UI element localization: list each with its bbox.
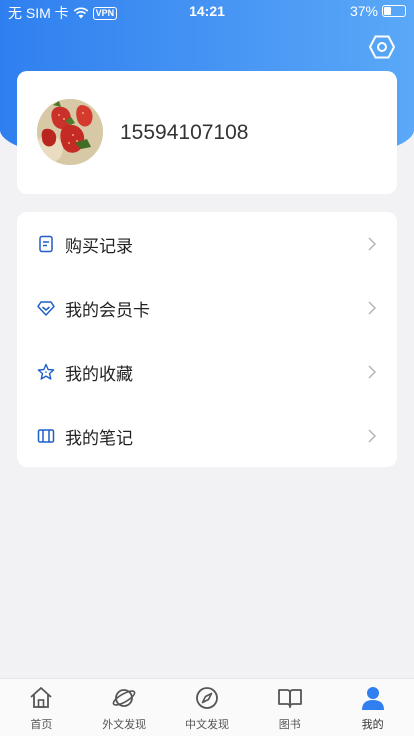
menu-item-notes[interactable]: 我的笔记 bbox=[17, 404, 397, 468]
planet-icon bbox=[112, 689, 136, 707]
diamond-icon bbox=[37, 301, 55, 316]
menu-item-label: 我的收藏 bbox=[65, 364, 133, 384]
chevron-right-icon bbox=[368, 301, 377, 315]
receipt-icon bbox=[39, 235, 53, 253]
battery-icon bbox=[382, 5, 406, 17]
menu-item-label: 我的会员卡 bbox=[65, 300, 150, 320]
tab-bar: 首页 外文发现 中文发现 图书 我的 bbox=[0, 678, 414, 736]
compass-icon bbox=[196, 687, 218, 709]
tab-home[interactable]: 首页 bbox=[0, 679, 83, 736]
tab-mine[interactable]: 我的 bbox=[331, 679, 414, 736]
menu-item-membership-card[interactable]: 我的会员卡 bbox=[17, 276, 397, 340]
status-bar: 无 SIM 卡 VPN 14:21 37% bbox=[0, 0, 414, 22]
tab-label: 首页 bbox=[30, 719, 53, 731]
home-icon bbox=[30, 687, 52, 708]
tab-label: 图书 bbox=[278, 719, 301, 731]
chevron-right-icon bbox=[368, 429, 377, 443]
tab-label: 我的 bbox=[361, 719, 384, 731]
tab-label: 外文发现 bbox=[102, 719, 147, 731]
chevron-right-icon bbox=[368, 365, 377, 379]
profile-card[interactable]: 15594107108 bbox=[17, 71, 397, 194]
battery-percent: 37% bbox=[349, 3, 378, 19]
person-icon bbox=[361, 687, 384, 710]
tab-chinese-discover[interactable]: 中文发现 bbox=[166, 679, 249, 736]
tab-books[interactable]: 图书 bbox=[248, 679, 331, 736]
phone-number: 15594107108 bbox=[120, 121, 249, 144]
book-icon bbox=[277, 689, 302, 708]
strawberry-avatar-image bbox=[37, 99, 103, 165]
menu-item-label: 我的笔记 bbox=[65, 428, 133, 448]
avatar[interactable] bbox=[37, 99, 103, 165]
tab-foreign-discover[interactable]: 外文发现 bbox=[83, 679, 166, 736]
menu-item-purchase-records[interactable]: 购买记录 bbox=[17, 212, 397, 276]
star-icon bbox=[37, 363, 55, 380]
settings-hexagon-icon[interactable] bbox=[368, 33, 396, 61]
menu-item-label: 购买记录 bbox=[65, 236, 133, 256]
menu-item-favorites[interactable]: 我的收藏 bbox=[17, 340, 397, 404]
menu-card: 购买记录 我的会员卡 我的收藏 我的笔记 bbox=[17, 212, 397, 467]
tab-label: 中文发现 bbox=[184, 719, 229, 731]
chevron-right-icon bbox=[368, 237, 377, 251]
notebook-icon bbox=[37, 429, 55, 443]
